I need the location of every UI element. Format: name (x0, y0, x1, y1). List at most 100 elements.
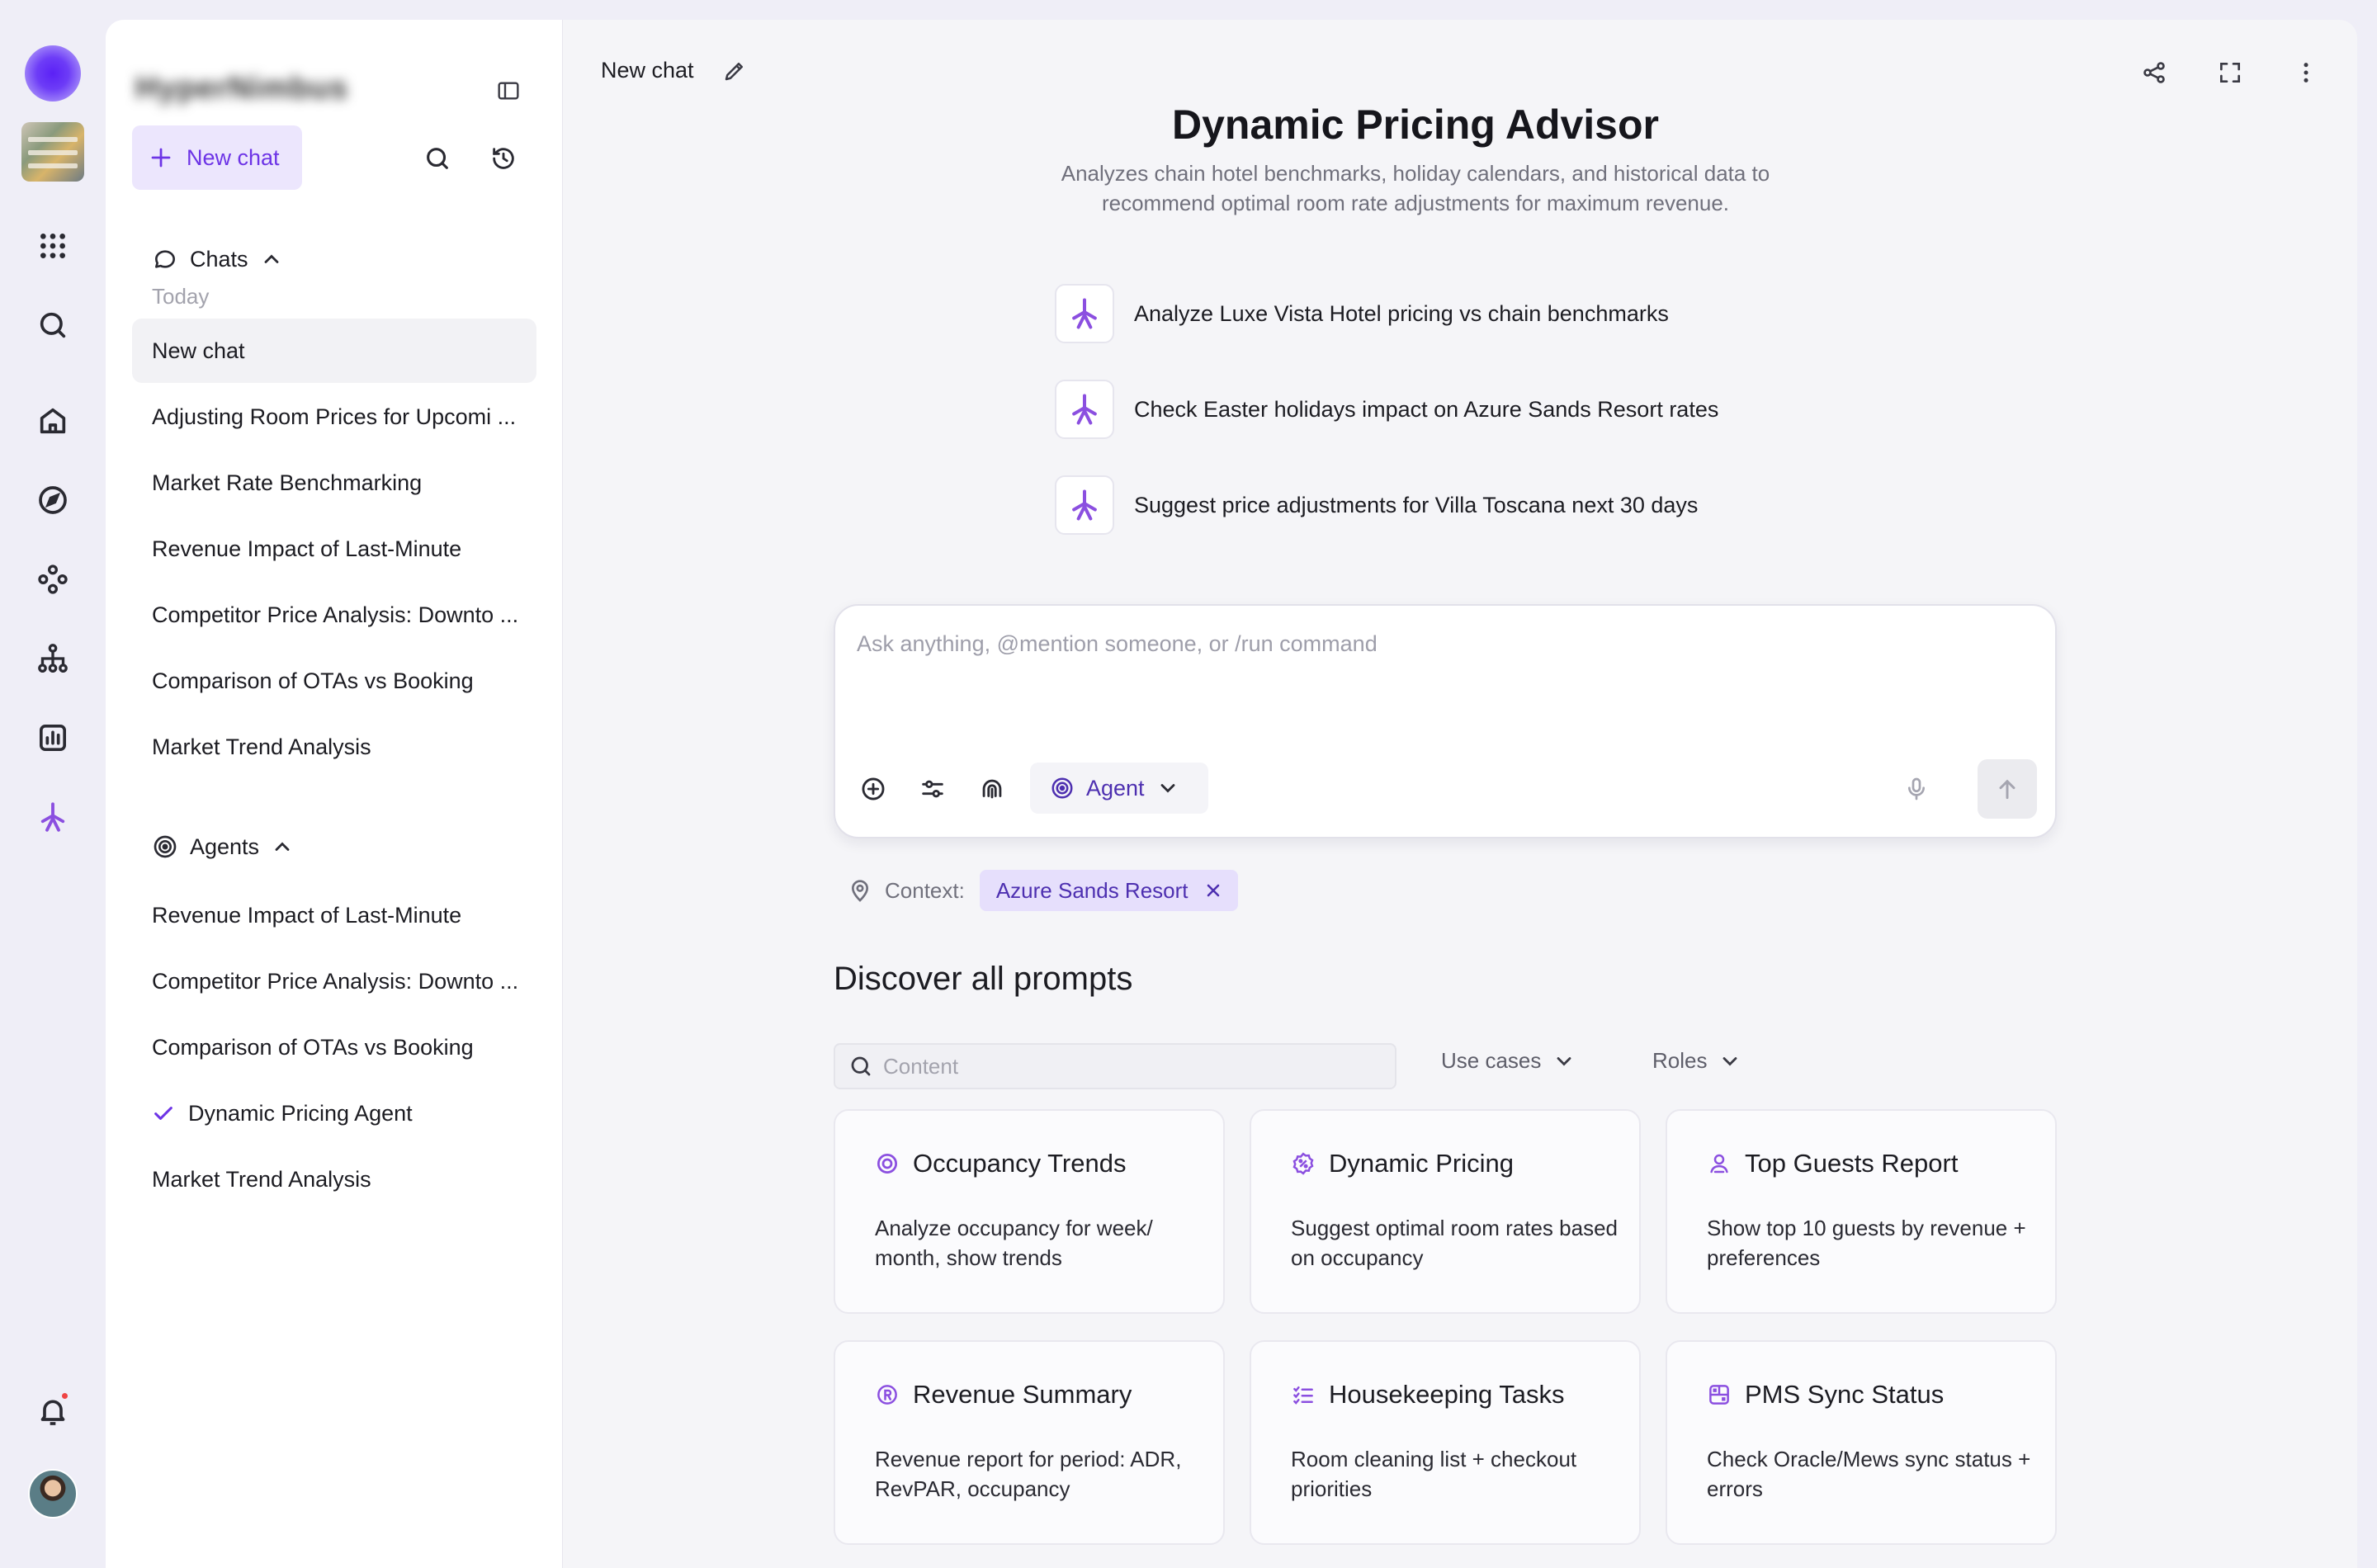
prompt-search-input[interactable] (883, 1053, 1378, 1079)
arrow-up-icon (1999, 779, 2015, 800)
settings-sliders-icon[interactable] (914, 771, 951, 807)
chevron-down-icon (1557, 1056, 1571, 1065)
context-chip-label: Azure Sands Resort (995, 877, 1188, 903)
history-icon (493, 148, 514, 169)
prompt-card-desc: Analyze occupancy for week/ month, show … (875, 1216, 1153, 1270)
prompt-card[interactable]: Housekeeping Tasks Room cleaning list + … (1250, 1340, 1641, 1545)
chat-item[interactable]: Comparison of OTAs vs Booking (132, 649, 536, 713)
suggested-prompt[interactable]: Analyze Luxe Vista Hotel pricing vs chai… (1055, 284, 1669, 343)
chat-item[interactable]: Adjusting Room Prices for Upcomi ... (132, 385, 536, 449)
analytics-icon[interactable] (30, 715, 76, 761)
prompt-card-desc: Check Oracle/Mews sync status + errors (1707, 1447, 2031, 1501)
compass-icon[interactable] (30, 477, 76, 523)
agent-item-selected[interactable]: Dynamic Pricing Agent (132, 1081, 536, 1145)
agent-item-label: Dynamic Pricing Agent (188, 1100, 413, 1126)
integrations-icon[interactable] (30, 556, 76, 602)
search-icon (851, 1056, 871, 1076)
chat-bubble-icon (155, 250, 175, 268)
agent-spark-icon (1055, 284, 1114, 343)
chat-item[interactable]: Competitor Price Analysis: Downto ... (132, 583, 536, 647)
agent-title: Dynamic Pricing Advisor (1172, 102, 1659, 148)
sidebar-search-button[interactable] (421, 142, 454, 175)
suggested-prompt-text: Analyze Luxe Vista Hotel pricing vs chai… (1134, 300, 1669, 326)
notification-badge (60, 1391, 69, 1400)
agent-description: Analyzes chain hotel benchmarks, holiday… (1061, 161, 1770, 215)
user-avatar[interactable] (28, 1469, 78, 1518)
search-icon (427, 148, 448, 169)
prompt-card-title: Top Guests Report (1745, 1149, 1959, 1178)
chat-item[interactable]: Market Rate Benchmarking (132, 451, 536, 515)
agent-spark-icon[interactable] (30, 794, 76, 840)
prompt-card-title: Revenue Summary (913, 1380, 1132, 1409)
prompt-card[interactable]: Occupancy Trends Analyze occupancy for w… (834, 1109, 1225, 1314)
chat-title: New chat (601, 58, 694, 83)
prompt-card-title: PMS Sync Status (1745, 1380, 1945, 1409)
message-input[interactable] (857, 626, 1996, 662)
agent-item[interactable]: Competitor Price Analysis: Downto ... (132, 949, 536, 1013)
context-chip[interactable]: Azure Sands Resort (979, 870, 1238, 911)
suggested-prompt-text: Suggest price adjustments for Villa Tosc… (1134, 492, 1699, 517)
prompt-card[interactable]: Revenue Summary Revenue report for perio… (834, 1340, 1225, 1545)
workspace-name: HyperNimbus (135, 71, 349, 106)
chevron-up-icon (264, 254, 278, 263)
collapse-sidebar-button[interactable] (492, 74, 525, 107)
prompt-card-title: Housekeeping Tasks (1329, 1380, 1565, 1409)
agent-mode-label: Agent (1086, 775, 1145, 801)
chat-item[interactable]: New chat (132, 319, 536, 383)
top-actions (2138, 56, 2323, 89)
close-icon[interactable] (1203, 881, 1223, 900)
price-badge-icon (1292, 1152, 1314, 1175)
context-row: Context: Azure Sands Resort (847, 870, 1238, 911)
prompt-card[interactable]: Top Guests Report Show top 10 guests by … (1666, 1109, 2057, 1314)
prompt-search-box (834, 1043, 1396, 1089)
fullscreen-icon[interactable] (2214, 56, 2247, 89)
location-pin-icon (851, 880, 869, 902)
chevron-down-icon (1723, 1056, 1737, 1065)
agent-item[interactable]: Market Trend Analysis (132, 1147, 536, 1211)
agent-mode-select[interactable]: Agent (1030, 763, 1208, 814)
home-icon[interactable] (30, 398, 76, 444)
app-logo[interactable] (25, 45, 81, 102)
sidebar: HyperNimbus New chat Chats Today New cha… (106, 20, 563, 1568)
more-options-icon[interactable] (2290, 56, 2323, 89)
chats-section-toggle[interactable]: Chats (152, 246, 283, 272)
target-icon (1051, 777, 1073, 799)
prompt-card-desc: Revenue report for period: ADR, RevPAR, … (875, 1447, 1182, 1501)
prompt-card[interactable]: Dynamic Pricing Suggest optimal room rat… (1250, 1109, 1641, 1314)
microphone-icon[interactable] (1898, 771, 1935, 807)
send-button[interactable] (1978, 759, 2037, 819)
search-icon[interactable] (30, 302, 76, 348)
suggested-prompt[interactable]: Check Easter holidays impact on Azure Sa… (1055, 380, 1718, 439)
chevron-down-icon (1160, 784, 1174, 793)
use-cases-dropdown[interactable]: Use cases (1441, 1048, 1576, 1074)
hierarchy-icon[interactable] (30, 635, 76, 682)
roles-dropdown[interactable]: Roles (1652, 1048, 1741, 1074)
add-attachment-icon[interactable] (855, 771, 891, 807)
prompt-card-title: Dynamic Pricing (1329, 1149, 1514, 1178)
new-chat-button[interactable]: New chat (132, 125, 302, 190)
workspace-avatar[interactable] (21, 122, 84, 182)
roles-label: Roles (1652, 1048, 1708, 1073)
history-button[interactable] (487, 142, 520, 175)
today-label: Today (152, 284, 210, 309)
edit-title-icon[interactable] (720, 56, 749, 86)
fingerprint-icon[interactable] (974, 771, 1010, 807)
suggested-prompt[interactable]: Suggest price adjustments for Villa Tosc… (1055, 475, 1698, 535)
chat-item[interactable]: Revenue Impact of Last-Minute (132, 517, 536, 581)
apps-grid-icon[interactable] (30, 223, 76, 269)
prompt-card[interactable]: PMS Sync Status Check Oracle/Mews sync s… (1666, 1340, 2057, 1545)
agents-section-toggle[interactable]: Agents (152, 834, 294, 860)
app-rail (0, 0, 106, 1568)
agent-item[interactable]: Revenue Impact of Last-Minute (132, 883, 536, 947)
checkmark-icon (154, 1107, 172, 1120)
use-cases-label: Use cases (1441, 1048, 1542, 1073)
prompt-card-title: Occupancy Trends (913, 1149, 1127, 1178)
agent-item[interactable]: Comparison of OTAs vs Booking (132, 1015, 536, 1079)
target-ring-icon (877, 1154, 897, 1174)
share-icon[interactable] (2138, 56, 2171, 89)
chat-item[interactable]: Market Trend Analysis (132, 715, 536, 779)
checklist-icon (1293, 1386, 1313, 1405)
agent-spark-icon (1055, 475, 1114, 535)
notifications-bell-icon[interactable] (30, 1388, 76, 1434)
agent-spark-icon (1055, 380, 1114, 439)
